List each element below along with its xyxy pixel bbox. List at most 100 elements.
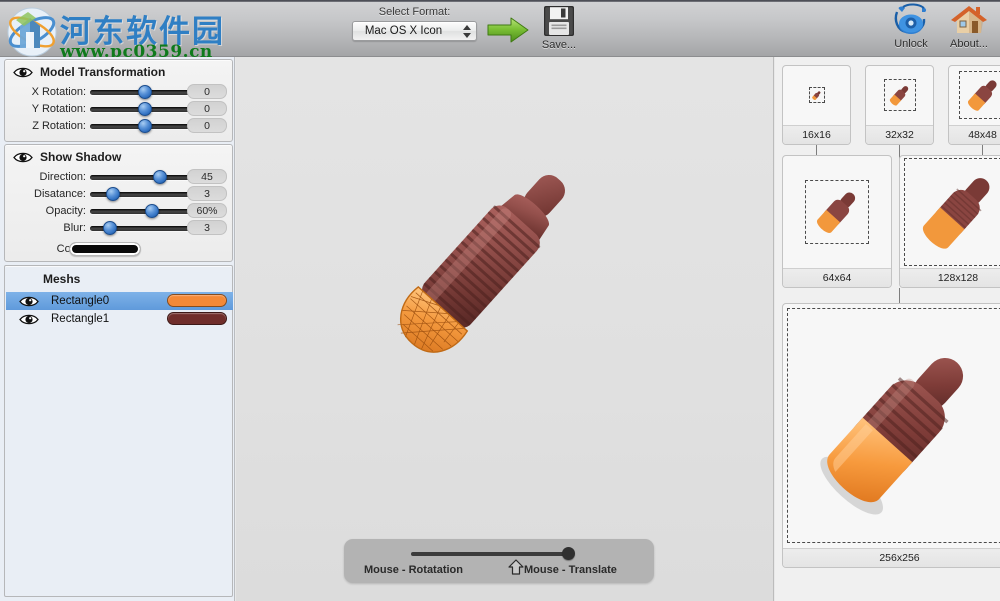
meshes-title: Meshs [43,272,81,286]
icon-thumbnail [889,85,909,106]
transform-slider-1[interactable] [90,102,199,116]
shadow-slider-0[interactable] [90,170,199,184]
shadow-slider-3[interactable] [90,221,199,235]
preview-128[interactable]: 128x128 [899,155,1000,288]
format-select[interactable]: Mac OS X Icon [352,21,477,41]
eye-icon[interactable] [19,313,39,326]
floppy-disk-icon [544,6,574,36]
transform-label-2: Z Rotation: [32,120,86,132]
shadow-slider-1[interactable] [90,187,199,201]
mesh-color-swatch[interactable] [167,312,227,325]
shadow-row-1: Disatance: 3 [5,186,234,203]
icon-thumbnail [816,192,856,233]
preview-32-label: 32x32 [866,125,933,144]
transform-row-2: Z Rotation: 0 [5,118,234,135]
mouse-mode-slider-thumb[interactable] [562,547,575,560]
slider-thumb[interactable] [137,119,152,133]
shadow-value-2[interactable]: 60% [187,203,227,218]
about-button-label: About... [950,38,988,50]
preview-48[interactable]: 48x48 [948,65,1000,145]
transform-row-1: Y Rotation: 0 [5,101,234,118]
preview-16[interactable]: 16x16 [782,65,851,145]
house-icon [951,6,987,33]
preview-48-label: 48x48 [949,125,1000,144]
preview-32-art [866,66,933,124]
green-right-arrow-icon [487,17,529,43]
transform-row-0: X Rotation: 0 [5,84,234,101]
shadow-value-0[interactable]: 45 [187,169,227,184]
shadow-row-3: Blur: 3 [5,220,234,237]
application-window: 河东软件园 www.pc0359.cn Select Format: Mac O… [0,0,1000,601]
mesh-list-item[interactable]: Rectangle1 [6,310,233,328]
shadow-value-3[interactable]: 3 [187,220,227,235]
transform-slider-0[interactable] [90,85,199,99]
model-transformation-panel: Model Transformation X Rotation: 0 Y Rotat… [4,59,233,142]
shadow-label-0: Direction: [39,171,86,183]
eye-icon[interactable] [13,151,33,164]
shift-key-icon [508,559,524,575]
preview-32[interactable]: 32x32 [865,65,934,145]
globe-logo-icon [7,7,57,57]
preview-64-art [783,156,891,267]
preview-16-label: 16x16 [783,125,850,144]
watermark: 河东软件园 www.pc0359.cn [4,2,223,64]
slider-thumb[interactable] [145,204,160,218]
preview-256[interactable]: 256x256 [782,303,1000,568]
mouse-translate-label: Mouse - Translate [524,564,617,576]
eye-icon[interactable] [13,66,33,79]
format-select-value: Mac OS X Icon [364,25,443,37]
model-transformation-title: Model Transformation [40,65,166,79]
left-sidebar: Model Transformation X Rotation: 0 Y Rotat… [0,57,235,601]
eye-icon[interactable] [19,295,39,308]
save-button[interactable]: Save... [524,4,594,51]
model-viewport[interactable]: Mouse - Rotatation Mouse - Translate [236,57,774,601]
mesh-color-swatch[interactable] [167,294,227,307]
meshes-panel: Meshs Rectangle0 Rectangle1 [4,265,233,597]
slider-thumb[interactable] [106,187,121,201]
transform-value-2[interactable]: 0 [187,118,227,133]
slider-thumb[interactable] [137,102,152,116]
preview-64[interactable]: 64x64 [782,155,892,288]
mouse-rotate-label: Mouse - Rotatation [364,564,463,576]
slider-thumb[interactable] [152,170,167,184]
shadow-label-2: Opacity: [45,205,86,217]
3d-model-preview [397,174,566,353]
shadow-color-row: Color: [5,241,234,258]
transform-value-0[interactable]: 0 [187,84,227,99]
mesh-name: Rectangle0 [51,295,110,307]
shadow-slider-2[interactable] [90,204,199,218]
telephone-icon [894,3,927,34]
preview-128-label: 128x128 [900,268,1000,287]
preview-256-label: 256x256 [783,548,1000,567]
format-label: Select Format: [378,6,451,18]
preview-16-art [783,66,850,124]
preview-256-art [783,304,1000,547]
slider-thumb[interactable] [137,85,152,99]
show-shadow-header[interactable]: Show Shadow [13,150,121,164]
format-picker-group: Select Format: Mac OS X Icon [352,6,477,41]
save-button-label: Save... [541,39,577,51]
up-down-stepper-icon [462,25,471,38]
show-shadow-title: Show Shadow [40,150,122,164]
shadow-row-2: Opacity: 60% [5,203,234,220]
shadow-value-1[interactable]: 3 [187,186,227,201]
transform-label-0: X Rotation: [31,86,86,98]
transform-label-1: Y Rotation: [31,103,86,115]
mouse-mode-bar[interactable]: Mouse - Rotatation Mouse - Translate [344,539,654,583]
slider-thumb[interactable] [103,221,118,235]
mesh-list-item[interactable]: Rectangle0 [6,292,233,310]
mouse-mode-slider-track[interactable] [411,552,571,556]
shadow-row-0: Direction: 45 [5,169,234,186]
transform-value-1[interactable]: 0 [187,101,227,116]
shadow-label-3: Blur: [63,222,86,234]
about-button[interactable]: About... [934,3,1000,50]
preview-128-art [900,156,1000,267]
model-transformation-header[interactable]: Model Transformation [13,65,165,79]
icon-thumbnail [967,80,997,111]
icon-thumbnail [922,177,990,249]
preview-64-label: 64x64 [783,268,891,287]
transform-slider-2[interactable] [90,119,199,133]
shadow-label-1: Disatance: [34,188,86,200]
shadow-color-swatch[interactable] [69,242,141,256]
slider-track[interactable] [90,175,199,180]
